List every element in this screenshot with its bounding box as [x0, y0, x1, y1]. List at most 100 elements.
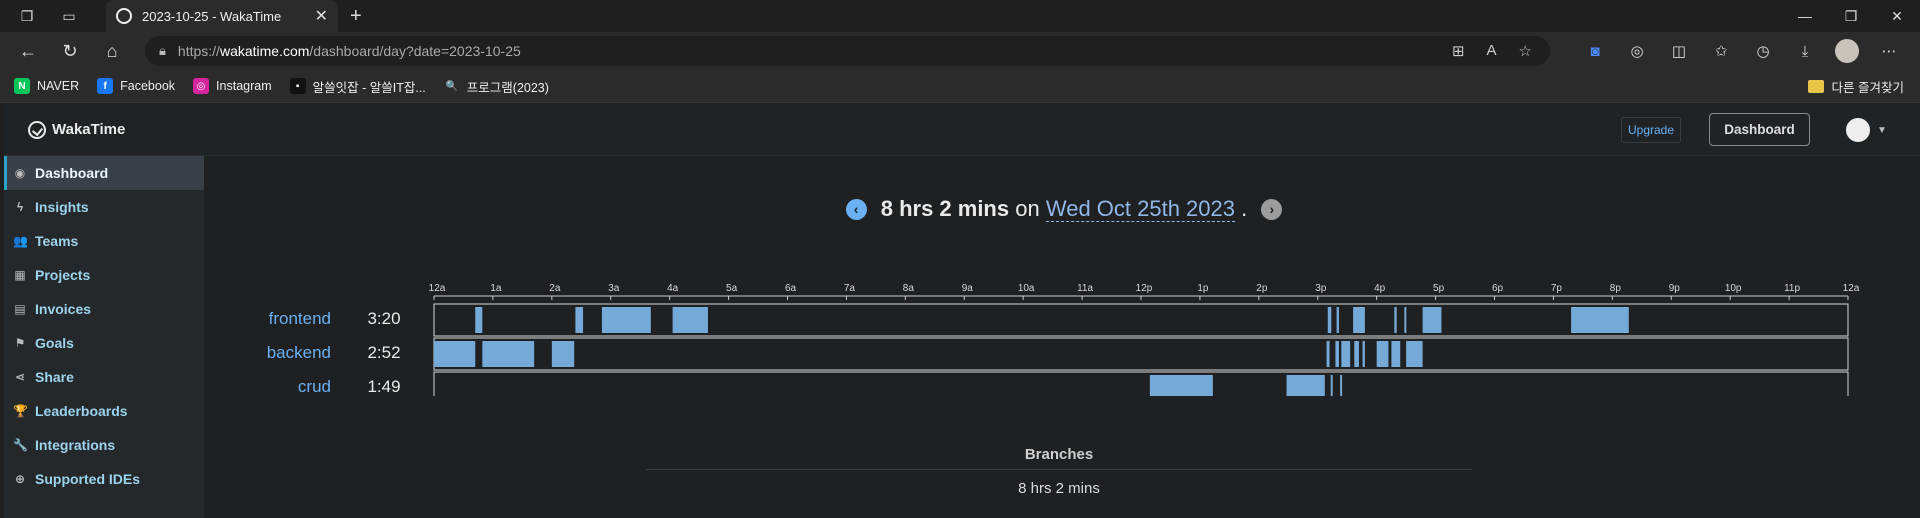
- next-day-icon[interactable]: ›: [1261, 199, 1283, 220]
- folder-icon: [1807, 79, 1824, 93]
- daily-timeline: 12a 1a 2a 3a 4a 5a 6a 7a 8a 9a 10a 11a 12p 1p 2p 3p 4p 5p…: [204, 276, 1920, 405]
- activity-bar[interactable]: [1406, 341, 1423, 367]
- tick-label: 3p: [1315, 283, 1327, 294]
- activity-bar[interactable]: [601, 307, 651, 333]
- activity-bar[interactable]: [1376, 341, 1389, 367]
- activity-bar[interactable]: [575, 307, 584, 333]
- dashboard-button[interactable]: Dashboard: [1709, 113, 1810, 146]
- logo[interactable]: WakaTime: [28, 120, 126, 139]
- upgrade-button[interactable]: Upgrade: [1621, 117, 1682, 143]
- activity-bar[interactable]: [482, 341, 535, 367]
- tick-label: 5p: [1433, 283, 1445, 294]
- activity-bar[interactable]: [1391, 341, 1401, 367]
- project-name-link[interactable]: frontend: [269, 309, 331, 328]
- activity-bar[interactable]: [1571, 307, 1629, 333]
- read-aloud-icon[interactable]: A: [1487, 42, 1497, 60]
- tick-label: 1a: [490, 283, 502, 294]
- activity-bar[interactable]: [1330, 375, 1333, 401]
- downloads-icon[interactable]: ⤓: [1784, 36, 1826, 66]
- restore-icon[interactable]: ❐: [1828, 0, 1874, 32]
- favorite-star-icon[interactable]: ☆: [1519, 42, 1532, 60]
- user-avatar[interactable]: [1846, 118, 1870, 142]
- tick-label: 2a: [549, 283, 561, 294]
- activity-bar[interactable]: [1149, 375, 1213, 401]
- back-icon[interactable]: ←: [10, 36, 46, 66]
- favorites-icon[interactable]: ✩: [1700, 36, 1742, 66]
- sidebar-item-dashboard[interactable]: ◉ Dashboard: [4, 156, 204, 190]
- activity-bar[interactable]: [1340, 375, 1343, 401]
- tick-label: 11p: [1784, 283, 1800, 294]
- activity-bar[interactable]: [1327, 307, 1332, 333]
- wakatime-logo-icon: [28, 120, 46, 139]
- bookmark-item[interactable]: N NAVER: [14, 78, 79, 94]
- sidebar-item-integrations[interactable]: 🔧 Integrations: [4, 428, 204, 462]
- new-tab-icon[interactable]: +: [350, 5, 362, 28]
- split-screen-icon[interactable]: ◫: [1658, 36, 1700, 66]
- bookmark-item[interactable]: ◎ Instagram: [193, 78, 272, 94]
- profile-avatar[interactable]: [1835, 39, 1859, 63]
- browser-tab[interactable]: 2023-10-25 - WakaTime ✕: [106, 0, 338, 32]
- activity-bar[interactable]: [1286, 375, 1325, 401]
- project-total-time: 3:20: [367, 309, 400, 328]
- previous-day-icon[interactable]: ‹: [845, 199, 867, 220]
- history-icon[interactable]: ◷: [1742, 36, 1784, 66]
- refresh-icon[interactable]: ↻: [52, 36, 88, 66]
- extension-shield-icon[interactable]: ◙: [1574, 36, 1616, 66]
- sidebar-item-invoices[interactable]: ▤ Invoices: [4, 292, 204, 326]
- project-name-link[interactable]: crud: [298, 377, 331, 396]
- bookmark-favicon-icon: ▪: [289, 78, 306, 94]
- activity-bar[interactable]: [1422, 307, 1442, 333]
- sidebar-item-leaderboards[interactable]: 🏆 Leaderboards: [4, 394, 204, 428]
- other-bookmarks[interactable]: 다른 즐겨찾기: [1807, 77, 1904, 96]
- user-menu[interactable]: ▼: [1846, 118, 1887, 142]
- lock-icon[interactable]: 🔒︎: [159, 43, 166, 59]
- plus-circle-icon: ⊕: [14, 472, 26, 486]
- address-toolbar: ← ↻ ⌂ 🔒︎ https://wakatime.com/dashboard/…: [0, 32, 1920, 70]
- activity-bar[interactable]: [434, 341, 476, 367]
- date-picker[interactable]: Wed Oct 25th 2023: [1045, 196, 1236, 222]
- bookmark-item[interactable]: f Facebook: [97, 78, 175, 94]
- more-menu-icon[interactable]: ⋯: [1868, 36, 1910, 66]
- url-scheme: https://: [177, 43, 220, 59]
- tick-label: 3a: [608, 283, 620, 294]
- minimize-icon[interactable]: —: [1782, 0, 1828, 32]
- sidebar-item-share[interactable]: ⋖ Share: [4, 360, 204, 394]
- caret-down-icon[interactable]: ▼: [1877, 125, 1887, 136]
- activity-bar[interactable]: [475, 307, 483, 333]
- activity-bar[interactable]: [1362, 341, 1365, 367]
- activity-bar[interactable]: [1354, 341, 1359, 367]
- activity-bar[interactable]: [1353, 307, 1365, 333]
- sidebar-item-label: Dashboard: [35, 165, 109, 181]
- tick-label: 5a: [726, 283, 738, 294]
- bookmark-label: NAVER: [37, 79, 80, 93]
- sidebar-item-projects[interactable]: ▦ Projects: [4, 258, 204, 292]
- bookmark-item[interactable]: ▪ 알쓸잇잡 - 알쓸IT잡...: [289, 77, 426, 96]
- activity-bar[interactable]: [1394, 307, 1397, 333]
- sidebar-item-supported-ides[interactable]: ⊕ Supported IDEs: [4, 462, 204, 496]
- apps-icon[interactable]: ⊞: [1452, 42, 1465, 60]
- activity-bar[interactable]: [551, 341, 575, 367]
- sidebar-item-goals[interactable]: ⚑ Goals: [4, 326, 204, 360]
- tab-actions-icon[interactable]: ▭: [60, 7, 78, 25]
- activity-bar[interactable]: [672, 307, 708, 333]
- close-tab-icon[interactable]: ✕: [315, 6, 328, 26]
- home-icon[interactable]: ⌂: [94, 36, 130, 66]
- extension-glasses-icon[interactable]: ◎: [1616, 36, 1658, 66]
- close-window-icon[interactable]: ✕: [1874, 0, 1920, 32]
- bookmark-item[interactable]: 🔍 프로그램(2023): [443, 77, 549, 96]
- tick-label: 10a: [1018, 283, 1035, 294]
- activity-bar[interactable]: [1326, 341, 1330, 367]
- url-field[interactable]: 🔒︎ https://wakatime.com/dashboard/day?da…: [145, 36, 1550, 66]
- logo-text: WakaTime: [52, 121, 126, 138]
- sidebar-item-label: Integrations: [35, 437, 116, 453]
- activity-bar[interactable]: [1341, 341, 1351, 367]
- sidebar-item-insights[interactable]: ϟ Insights: [4, 190, 204, 224]
- workspaces-icon[interactable]: ❐: [18, 7, 36, 25]
- sidebar-item-teams[interactable]: 👥 Teams: [4, 224, 204, 258]
- project-name-link[interactable]: backend: [267, 343, 331, 362]
- activity-bar[interactable]: [1404, 307, 1407, 333]
- timeline-chart: 12a 1a 2a 3a 4a 5a 6a 7a 8a 9a 10a 11a 12p 1p 2p 3p 4p 5p…: [267, 283, 1860, 405]
- activity-bar[interactable]: [1335, 341, 1339, 367]
- sidebar-item-label: Teams: [35, 233, 79, 249]
- activity-bar[interactable]: [1336, 307, 1339, 333]
